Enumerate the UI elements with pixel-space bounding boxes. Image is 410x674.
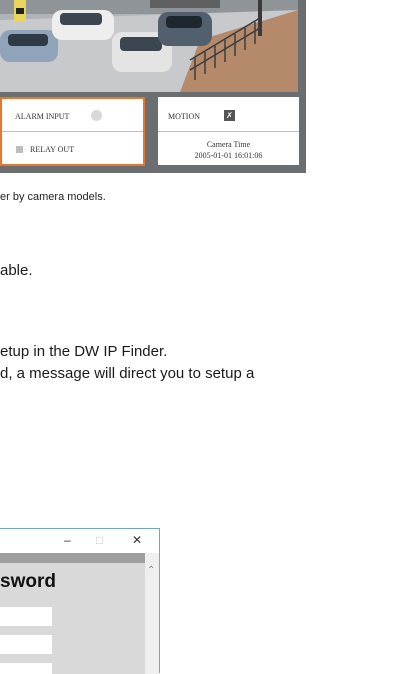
divider	[158, 131, 299, 132]
relay-out-label: RELAY OUT	[30, 145, 75, 154]
camera-live-image	[0, 0, 298, 92]
figure-caption: er by camera models.	[0, 191, 106, 203]
dialog-content: sword	[0, 553, 145, 674]
motion-running-icon: ✗	[224, 110, 235, 121]
camera-view-panel: ALARM INPUT RELAY OUT MOTION ✗ Camera Ti…	[0, 0, 306, 173]
alarm-relay-status-box: ALARM INPUT RELAY OUT	[0, 97, 144, 165]
close-icon[interactable]: ✕	[132, 533, 142, 547]
chevron-up-icon[interactable]: ⌃	[147, 565, 155, 576]
password-field[interactable]	[0, 607, 52, 626]
password-extra-field[interactable]	[0, 663, 52, 674]
motion-time-status-box: MOTION ✗ Camera Time 2005-01-01 16:01:06	[158, 97, 299, 165]
body-text-line: etup in the DW IP Finder.	[0, 343, 168, 360]
dialog-heading: sword	[0, 571, 56, 592]
motion-label: MOTION	[168, 112, 200, 121]
alarm-input-label: ALARM INPUT	[15, 112, 70, 121]
dialog-header-strip	[0, 553, 145, 563]
divider	[0, 131, 144, 132]
password-confirm-field[interactable]	[0, 635, 52, 654]
body-text-line: d, a message will direct you to setup a	[0, 365, 255, 382]
password-dialog-window: – □ ✕ sword ⌃	[0, 528, 160, 674]
camera-time-value: 2005-01-01 16:01:06	[194, 151, 263, 160]
alarm-input-indicator-icon	[91, 110, 102, 121]
maximize-icon[interactable]: □	[96, 533, 103, 547]
camera-time-label: Camera Time	[206, 140, 251, 149]
minimize-icon[interactable]: –	[64, 533, 71, 547]
dialog-scrollbar[interactable]: ⌃	[145, 553, 159, 674]
relay-out-indicator-icon	[16, 146, 23, 153]
body-text-line: able.	[0, 262, 33, 279]
dialog-titlebar: – □ ✕	[0, 529, 159, 553]
